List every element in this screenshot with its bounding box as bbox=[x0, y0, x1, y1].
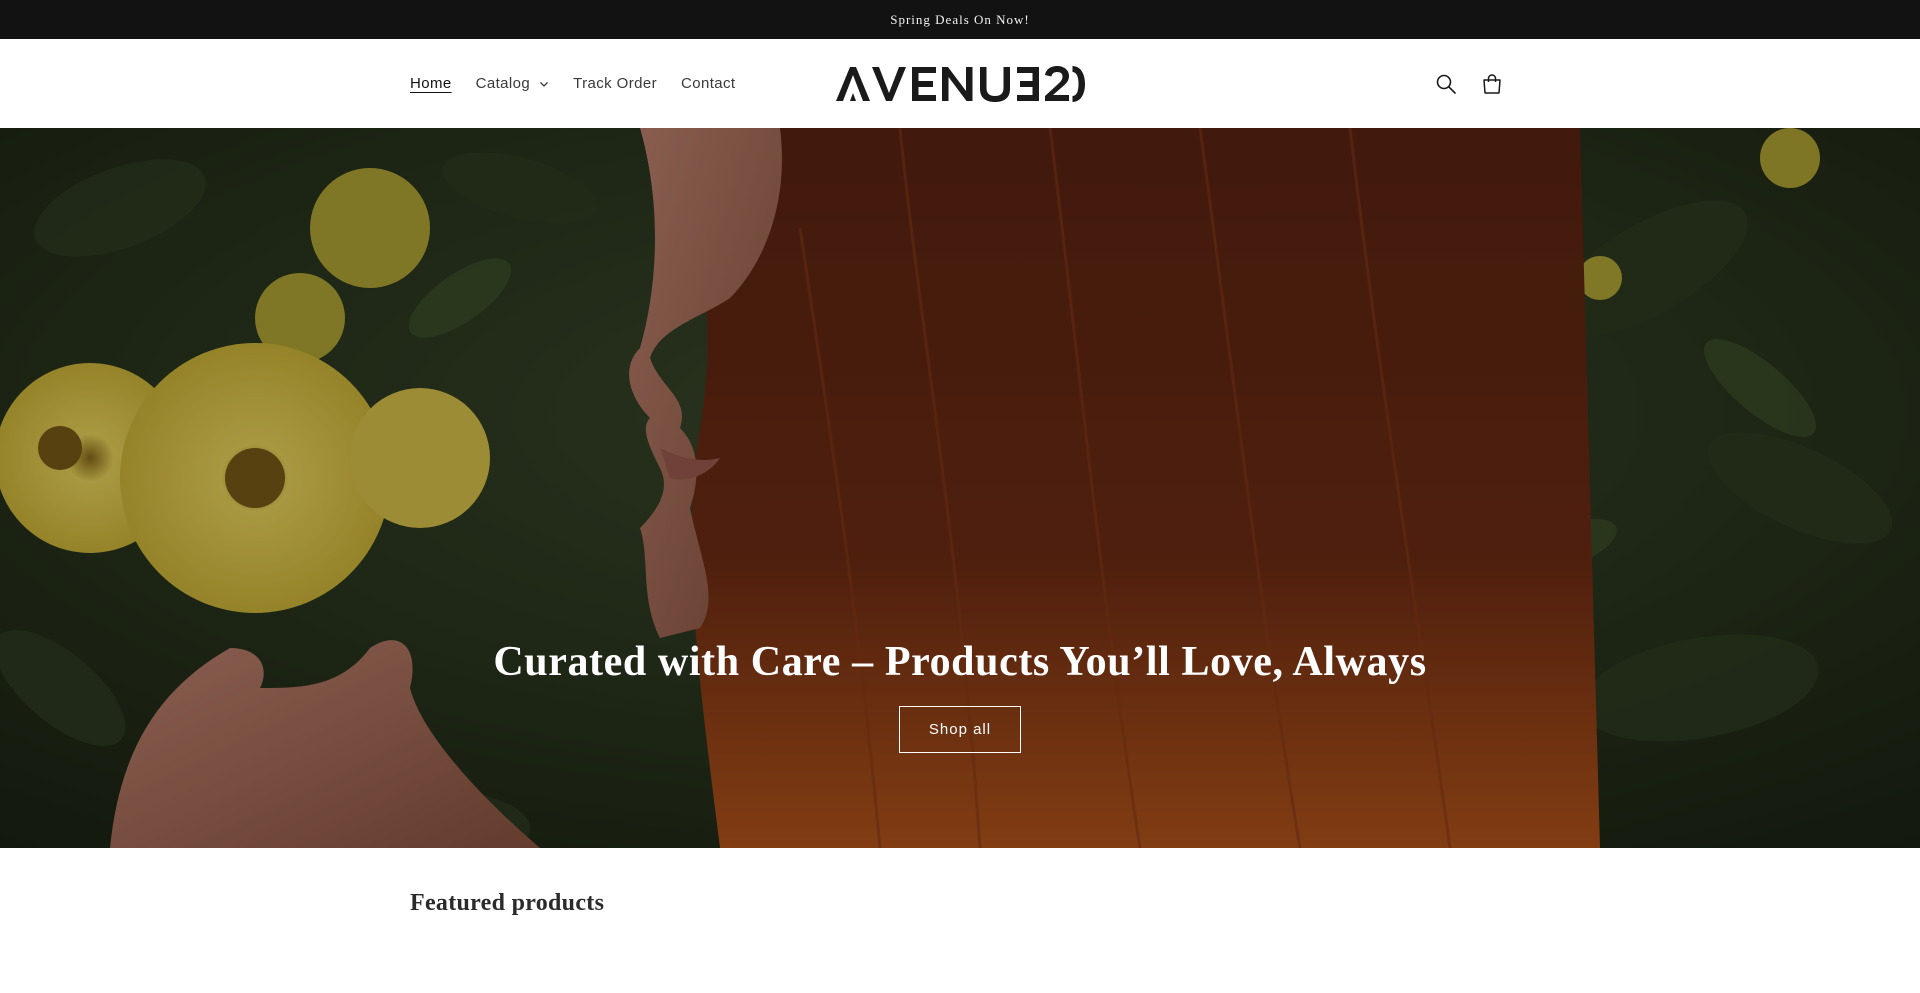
search-button[interactable] bbox=[1434, 72, 1458, 96]
shop-all-button[interactable]: Shop all bbox=[899, 706, 1021, 753]
nav-item-catalog[interactable]: Catalog bbox=[476, 75, 550, 92]
cart-button[interactable] bbox=[1480, 72, 1504, 96]
nav-item-track-order[interactable]: Track Order bbox=[573, 75, 657, 92]
main-nav: Home Catalog Track Order Contact bbox=[410, 39, 760, 128]
cart-icon bbox=[1483, 73, 1501, 94]
announcement-bar: Spring Deals On Now! bbox=[0, 0, 1920, 39]
announcement-text: Spring Deals On Now! bbox=[890, 11, 1030, 27]
nav-item-catalog-label: Catalog bbox=[475, 75, 531, 92]
header-icons bbox=[1434, 39, 1504, 128]
hero-banner: Curated with Care – Products You’ll Love… bbox=[0, 128, 1920, 848]
nav-item-home-label: Home bbox=[410, 75, 452, 92]
brand-logo[interactable] bbox=[834, 63, 1086, 105]
site-header: Home Catalog Track Order Contact bbox=[0, 39, 1920, 128]
search-icon bbox=[1436, 74, 1456, 94]
hero-content: Curated with Care – Products You’ll Love… bbox=[0, 638, 1920, 753]
nav-item-contact[interactable]: Contact bbox=[681, 75, 736, 92]
nav-item-contact-label: Contact bbox=[681, 75, 736, 92]
chevron-down-icon bbox=[540, 81, 549, 87]
nav-item-track-order-label: Track Order bbox=[573, 75, 657, 92]
featured-products-title: Featured products bbox=[410, 890, 605, 916]
hero-heading: Curated with Care – Products You’ll Love… bbox=[493, 639, 1427, 685]
nav-item-home[interactable]: Home bbox=[410, 75, 452, 92]
